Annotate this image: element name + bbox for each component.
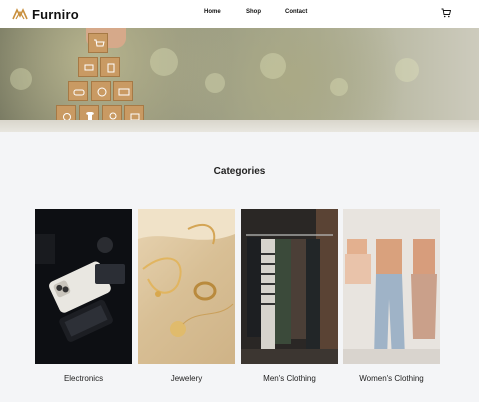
category-label-jewelery[interactable]: Jewelery <box>138 374 235 383</box>
cart-icon[interactable] <box>441 8 451 18</box>
categories-heading: Categories <box>213 166 266 177</box>
category-label-electronics[interactable]: Electronics <box>35 374 132 383</box>
laptop-block <box>78 57 98 77</box>
hero-shelf <box>0 120 479 132</box>
disc-block <box>91 81 111 101</box>
furniro-logo-icon <box>12 8 28 20</box>
gamepad-block <box>68 81 88 101</box>
top-navbar: Furniro Home Shop Contact <box>0 0 479 28</box>
category-card-jewelery[interactable]: Jewelery <box>138 209 235 383</box>
radio-block <box>113 81 133 101</box>
brand[interactable]: Furniro <box>12 6 79 22</box>
nav-shop-link[interactable]: Shop <box>246 9 261 15</box>
cart-block <box>88 33 108 53</box>
nav-home-link[interactable]: Home <box>204 9 221 15</box>
hero-banner <box>0 28 479 132</box>
nav-contact-link[interactable]: Contact <box>285 9 307 15</box>
category-card-womens-clothing[interactable]: Women's Clothing <box>343 209 440 383</box>
category-label-womens-clothing[interactable]: Women's Clothing <box>343 374 440 383</box>
category-label-mens-clothing[interactable]: Men's Clothing <box>241 374 338 383</box>
mens-clothing-image[interactable] <box>241 209 338 364</box>
jewelery-image[interactable] <box>138 209 235 364</box>
womens-clothing-image[interactable] <box>343 209 440 364</box>
device-block <box>100 57 120 77</box>
category-card-electronics[interactable]: Electronics <box>35 209 132 383</box>
category-card-mens-clothing[interactable]: Men's Clothing <box>241 209 338 383</box>
brand-name: Furniro <box>32 6 79 22</box>
electronics-image[interactable] <box>35 209 132 364</box>
